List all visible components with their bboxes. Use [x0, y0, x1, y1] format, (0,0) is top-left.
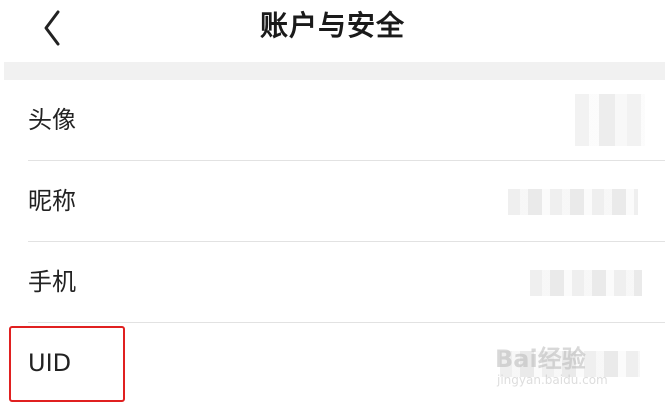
row-nickname[interactable]: 昵称 [0, 161, 665, 242]
page-title: 账户与安全 [259, 9, 405, 42]
row-label-phone: 手机 [28, 268, 76, 296]
phone-value-redacted [530, 270, 642, 296]
watermark-subtext: jingyan.baidu.com [497, 373, 608, 387]
nickname-value-redacted [508, 189, 638, 215]
row-label-nickname: 昵称 [28, 187, 76, 215]
section-gap [4, 62, 665, 80]
row-phone[interactable]: 手机 [0, 242, 665, 323]
nav-bar: 账户与安全 [0, 0, 665, 58]
baidu-jingyan-watermark: Bai经验 jingyan.baidu.com [495, 339, 635, 395]
account-security-page: 账户与安全 头像 昵称 手机 UID Bai经验 jingyan.baidu.c… [0, 0, 665, 407]
watermark-text: Bai经验 [495, 345, 586, 373]
row-label-avatar: 头像 [28, 106, 76, 134]
row-avatar[interactable]: 头像 [0, 80, 665, 161]
avatar-thumbnail-redacted [575, 94, 645, 146]
uid-highlight-box [9, 326, 125, 402]
